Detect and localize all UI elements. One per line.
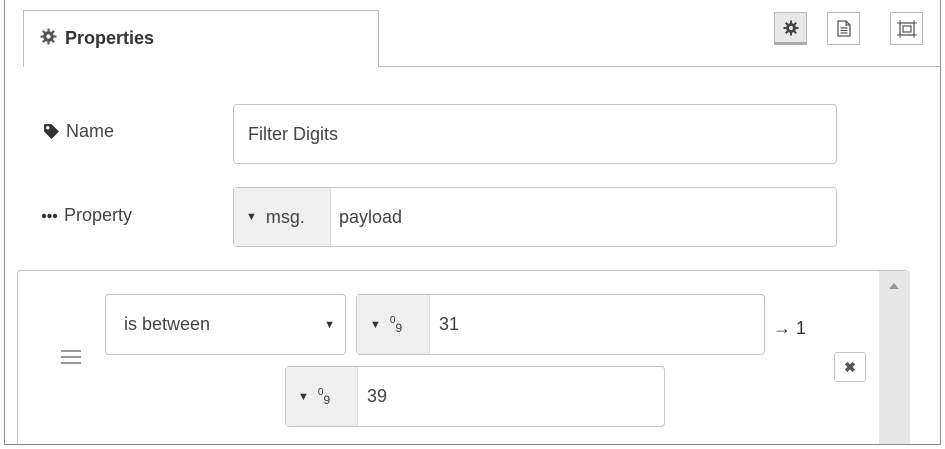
caret-down-icon: ▼ [246, 211, 257, 223]
number-type-icon: 09 [317, 386, 331, 407]
rule-operator-select[interactable]: is between ▼ [105, 294, 346, 355]
rule-to-type-selector[interactable]: ▼ 09 [286, 367, 358, 426]
scroll-up-icon[interactable] [889, 283, 899, 289]
rule-output-label: → 1 [773, 318, 807, 338]
name-label: Name [43, 121, 114, 142]
rule-from-input[interactable]: ▼ 09 31 [356, 294, 765, 355]
properties-panel: Properties Name Filter Digits Property ▼… [4, 0, 941, 445]
ellipsis-icon [41, 213, 58, 218]
property-input[interactable]: ▼ msg. payload [233, 187, 837, 247]
caret-down-icon: ▼ [324, 318, 335, 331]
rule-operator-value: is between [124, 314, 211, 334]
number-type-icon: 09 [389, 314, 403, 335]
scrollbar-track[interactable] [879, 271, 910, 444]
tab-properties[interactable]: Properties [23, 10, 379, 67]
tab-title: Properties [65, 28, 155, 48]
caret-down-icon: ▼ [370, 318, 381, 331]
rule-from-type-selector[interactable]: ▼ 09 [357, 295, 430, 354]
gear-icon [783, 20, 798, 35]
gear-icon [40, 28, 57, 45]
name-input[interactable]: Filter Digits [233, 104, 837, 164]
tag-icon [44, 124, 59, 139]
property-value: payload [339, 206, 403, 227]
property-type-label: msg. [265, 206, 305, 227]
property-label-text: Property [64, 205, 133, 225]
description-button[interactable] [827, 12, 860, 45]
property-label: Property [41, 205, 132, 226]
name-label-text: Name [66, 121, 115, 141]
tab-underline [378, 66, 940, 67]
rule-to-input[interactable]: ▼ 09 39 [285, 366, 665, 427]
drag-handle-icon[interactable] [61, 350, 81, 364]
rule-to-value: 39 [367, 386, 388, 406]
settings-button[interactable] [774, 12, 807, 45]
appearance-button[interactable] [890, 12, 923, 45]
close-icon: ✖ [844, 358, 856, 375]
property-type-selector[interactable]: ▼ msg. [234, 188, 331, 246]
caret-down-icon: ▼ [298, 390, 309, 403]
document-icon [836, 20, 851, 37]
rule-from-value: 31 [439, 314, 460, 334]
name-input-value: Filter Digits [248, 123, 339, 144]
frame-icon [896, 19, 917, 38]
delete-rule-button[interactable]: ✖ [834, 352, 866, 382]
